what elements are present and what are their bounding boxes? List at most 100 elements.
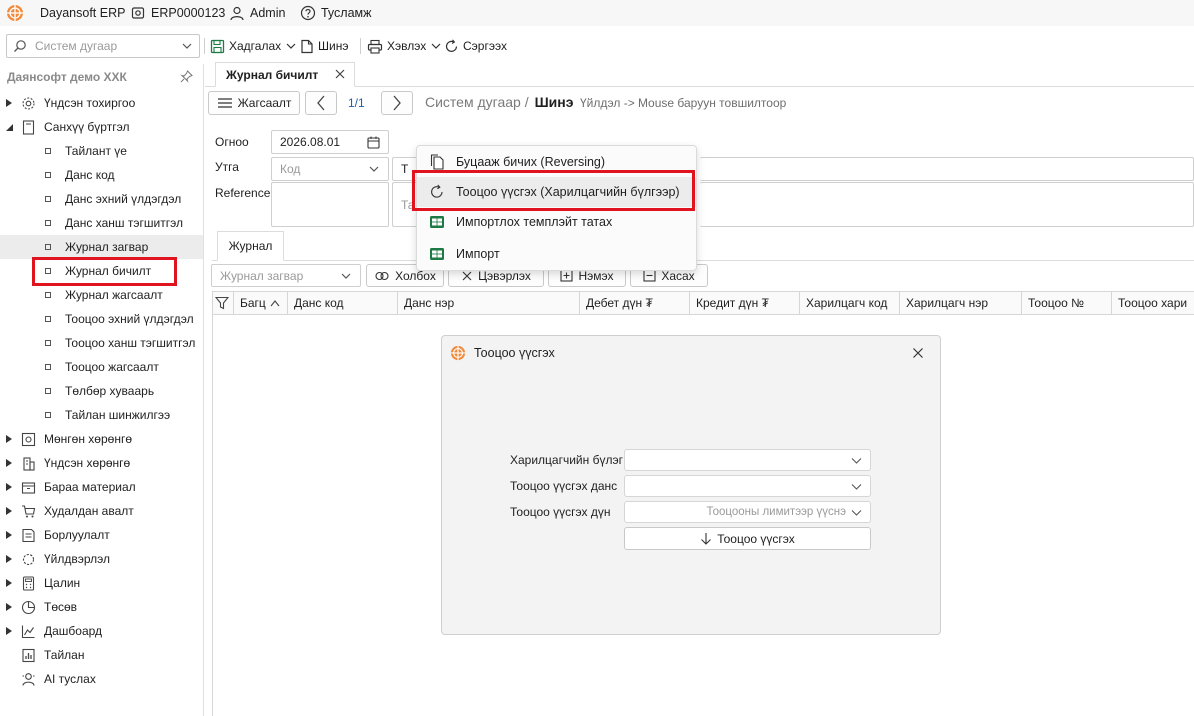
sidebar-item-report-analysis[interactable]: Тайлан шинжилгээ [0, 403, 203, 427]
company-code-button[interactable]: ERP0000123 [130, 4, 225, 22]
column-header-batch[interactable]: Багц [233, 292, 287, 314]
filter-icon[interactable] [212, 292, 233, 314]
close-icon[interactable] [334, 68, 346, 80]
column-header-label: Дебет дүн ₮ [586, 296, 653, 310]
settlement-account-combo[interactable] [624, 475, 871, 497]
column-header-debit[interactable]: Дебет дүн ₮ [579, 292, 689, 314]
refresh-button[interactable]: Сэргээх [444, 36, 507, 56]
journal-template-combo[interactable]: Журнал загвар [211, 264, 361, 287]
next-button[interactable] [381, 91, 413, 115]
reference-label: Reference [215, 186, 271, 200]
copy-document-icon [428, 154, 446, 170]
settlement-amount-combo[interactable]: Тооцооны лимитээр үүснэ [624, 501, 871, 523]
sidebar-item-account-opening-balance[interactable]: Данс эхний үлдэгдэл [0, 187, 203, 211]
menu-item-import[interactable]: Импорт [417, 239, 696, 269]
user-name: Admin [250, 6, 286, 20]
chevron-left-icon [316, 95, 326, 111]
date-value: 2026.08.01 [280, 135, 341, 149]
sidebar-item-journal-template[interactable]: Журнал загвар [0, 235, 203, 259]
sidebar-item-production[interactable]: Үйлдвэрлэл [0, 547, 203, 571]
settlement-amount-label: Тооцоо үүсгэх дүн [510, 505, 611, 519]
sidebar-item-finance[interactable]: Санхүү бүртгэл [0, 115, 203, 139]
previous-button[interactable] [305, 91, 337, 115]
tab-journal[interactable]: Журнал [217, 231, 284, 261]
sidebar-item-ai-assistant[interactable]: AI туслах [0, 667, 203, 691]
chevron-down-icon[interactable] [430, 40, 442, 52]
column-header-partner-name[interactable]: Харилцагч нэр [899, 292, 1021, 314]
sidebar-item-label: Данс эхний үлдэгдэл [65, 192, 182, 206]
sidebar-item-settlement-fx-revaluation[interactable]: Тооцоо ханш тэгшитгэл [0, 331, 203, 355]
sidebar-item-reports[interactable]: Тайлан [0, 643, 203, 667]
column-header-label: Харилцагч код [806, 296, 888, 310]
menu-item-download-import-template[interactable]: Импортлох темплэйт татах [417, 207, 696, 237]
column-header-settlement-number[interactable]: Тооцоо № [1021, 292, 1111, 314]
journal-grid-header: Багц Данс код Данс нэр Дебет дүн ₮ Креди… [212, 291, 1194, 315]
sidebar-item-account-code[interactable]: Данс код [0, 163, 203, 187]
pin-icon[interactable] [180, 70, 193, 83]
calendar-icon[interactable] [367, 136, 380, 149]
partner-group-combo[interactable] [624, 449, 871, 471]
rate-field-continued[interactable] [700, 157, 1194, 181]
save-button[interactable]: Хадгалах [210, 36, 297, 56]
help-button[interactable]: Тусламж [300, 4, 372, 22]
description-field-continued[interactable] [700, 182, 1194, 227]
expand-arrow-icon[interactable] [6, 99, 14, 107]
sidebar-item-settings[interactable]: Үндсэн тохиргоо [0, 91, 203, 115]
expand-arrow-icon[interactable] [6, 435, 14, 443]
create-settlement-button[interactable]: Тооцоо үүсгэх [624, 527, 871, 550]
column-header-credit[interactable]: Кредит дүн ₮ [689, 292, 799, 314]
sidebar-item-reporting-period[interactable]: Тайлант үе [0, 139, 203, 163]
sidebar-item-sales[interactable]: Борлуулалт [0, 523, 203, 547]
code-placeholder: Код [280, 162, 301, 176]
expand-arrow-icon[interactable] [6, 627, 14, 635]
sidebar-item-purchasing[interactable]: Худалдан авалт [0, 499, 203, 523]
sidebar-item-payroll[interactable]: Цалин [0, 571, 203, 595]
safe-icon [20, 432, 36, 447]
sort-ascending-icon [270, 299, 280, 307]
sidebar-item-fixed-assets[interactable]: Үндсэн хөрөнгө [0, 451, 203, 475]
expand-arrow-icon[interactable] [6, 507, 14, 515]
sidebar-item-settlement-opening-balance[interactable]: Тооцоо эхний үлдэгдэл [0, 307, 203, 331]
app-logo-icon [6, 4, 24, 22]
column-header-partner-code[interactable]: Харилцагч код [799, 292, 899, 314]
date-field[interactable]: 2026.08.01 [271, 130, 389, 154]
sidebar-item-dashboard[interactable]: Дашбоард [0, 619, 203, 643]
new-button[interactable]: Шинэ [300, 36, 348, 56]
expand-arrow-icon[interactable] [6, 483, 14, 491]
sidebar-item-journal-list[interactable]: Журнал жагсаалт [0, 283, 203, 307]
column-header-account-name[interactable]: Данс нэр [397, 292, 579, 314]
code-combo[interactable]: Код [271, 157, 389, 181]
column-header-label: Харилцагч нэр [906, 296, 988, 310]
main-toolbar: Систем дугаар Хадгалах Шинэ Хэвлэх Сэргэ… [0, 32, 1194, 60]
expand-arrow-icon[interactable] [6, 579, 14, 587]
sidebar-item-budget[interactable]: Төсөв [0, 595, 203, 619]
user-button[interactable]: Admin [229, 4, 285, 22]
list-button[interactable]: Жагсаалт [208, 91, 300, 115]
menu-item-label: Импортлох темплэйт татах [456, 215, 613, 229]
expand-arrow-icon[interactable] [6, 459, 14, 467]
sidebar-item-cash[interactable]: Мөнгөн хөрөнгө [0, 427, 203, 451]
expand-arrow-icon[interactable] [6, 603, 14, 611]
column-header-account-code[interactable]: Данс код [287, 292, 397, 314]
sidebar-item-label: Борлуулалт [44, 528, 110, 542]
close-icon[interactable] [912, 347, 924, 359]
menu-item-label: Импорт [456, 247, 500, 261]
expand-arrow-icon[interactable] [6, 531, 14, 539]
system-number-search[interactable]: Систем дугаар [6, 34, 200, 58]
tab-journal-entry[interactable]: Журнал бичилт [215, 62, 355, 87]
collapse-arrow-icon[interactable] [6, 123, 14, 131]
sidebar-item-label: AI туслах [44, 672, 96, 686]
create-settlement-dialog: Тооцоо үүсгэх Харилцагчийн бүлэг Тооцоо … [441, 335, 941, 635]
column-header-settlement-partner[interactable]: Тооцоо хари [1111, 292, 1194, 314]
expand-arrow-icon[interactable] [6, 555, 14, 563]
sidebar-item-account-fx-revaluation[interactable]: Данс ханш тэгшитгэл [0, 211, 203, 235]
refresh-label: Сэргээх [463, 39, 507, 53]
sidebar-item-label: Тайлант үе [65, 144, 127, 158]
print-button[interactable]: Хэвлэх [367, 36, 442, 56]
chevron-down-icon[interactable] [285, 40, 297, 52]
column-header-label: Данс код [294, 296, 344, 310]
sidebar-item-payment-schedule[interactable]: Төлбөр хуваарь [0, 379, 203, 403]
sidebar-item-inventory[interactable]: Бараа материал [0, 475, 203, 499]
sidebar-item-settlement-list[interactable]: Тооцоо жагсаалт [0, 355, 203, 379]
reference-field[interactable] [271, 182, 389, 227]
